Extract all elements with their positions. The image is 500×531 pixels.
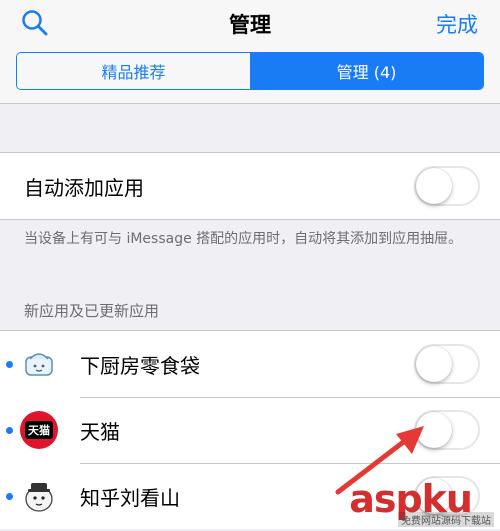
navigation-bar: 管理 完成 精品推荐 管理 (4) xyxy=(0,0,500,104)
row-separator xyxy=(80,463,500,464)
apps-section-header: 新应用及已更新应用 xyxy=(24,302,160,320)
app-name: 下厨房零食袋 xyxy=(80,353,200,378)
auto-add-footnote: 当设备上有可与 iMessage 搭配的应用时，自动将其添加到应用抽屉。 xyxy=(24,231,463,247)
new-indicator-dot xyxy=(6,492,13,500)
auto-add-toggle[interactable] xyxy=(414,166,480,206)
zhihu-liukanshan-icon xyxy=(25,483,53,512)
auto-add-label: 自动添加应用 xyxy=(24,175,144,200)
app-toggle-xiachufang[interactable] xyxy=(414,344,480,384)
new-indicator-dot xyxy=(6,360,13,368)
done-button[interactable]: 完成 xyxy=(436,9,478,39)
watermark-subtitle: 免费网站源码下载站 xyxy=(398,512,494,527)
segment-featured[interactable]: 精品推荐 xyxy=(17,53,250,89)
segment-manage[interactable]: 管理 (4) xyxy=(250,53,483,89)
new-indicator-dot xyxy=(6,426,13,434)
toggle-knob xyxy=(416,346,452,382)
app-row-xiachufang: 下厨房零食袋 xyxy=(0,331,500,397)
xiachufang-icon xyxy=(25,353,53,376)
tmall-icon-text: 天猫 xyxy=(25,421,53,439)
row-separator xyxy=(80,397,500,398)
watermark: aspku 免费网站源码下载站 xyxy=(314,477,494,527)
toggle-knob xyxy=(416,168,452,204)
auto-add-group: 自动添加应用 xyxy=(0,152,500,220)
tmall-icon: 天猫 xyxy=(20,411,58,449)
page-title: 管理 xyxy=(229,13,271,37)
app-name: 知乎刘看山 xyxy=(80,485,180,510)
app-name: 天猫 xyxy=(80,419,120,444)
segmented-control: 精品推荐 管理 (4) xyxy=(16,52,484,90)
auto-add-row: 自动添加应用 xyxy=(0,153,500,219)
